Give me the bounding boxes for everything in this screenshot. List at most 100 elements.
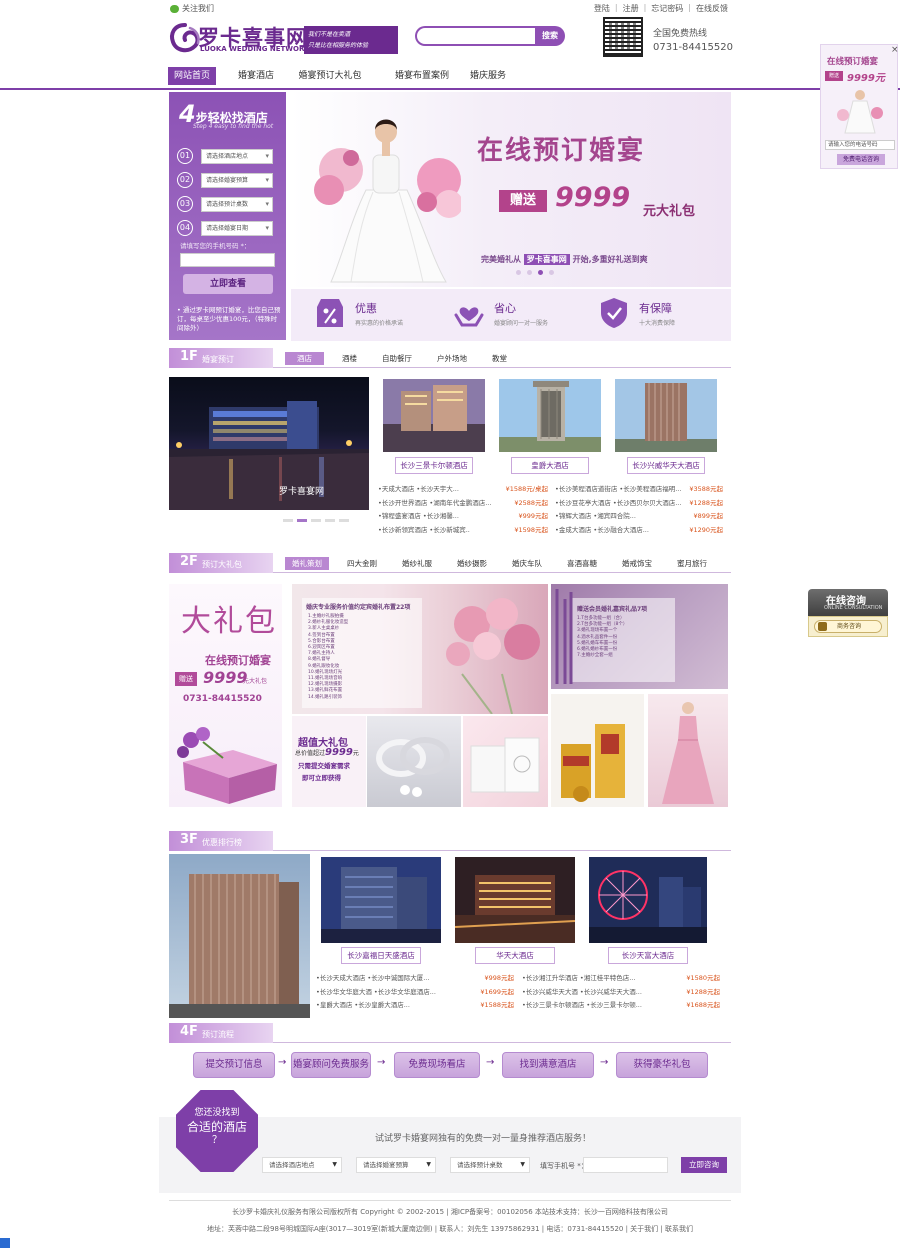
bottom-tables-select[interactable]: 请选择预计桌数 xyxy=(450,1157,530,1173)
banner-gift-unit: 元大礼包 xyxy=(643,204,696,219)
share-icon[interactable] xyxy=(0,1238,10,1248)
list-item[interactable]: •皇爵大酒店 •长沙皇爵大酒店... ¥1588元起 xyxy=(316,999,514,1013)
login-link[interactable]: 登陆 xyxy=(594,3,610,14)
tab-big-four[interactable]: 四大金刚 xyxy=(340,557,384,570)
float-ad-bride xyxy=(837,90,883,134)
list-item[interactable]: •金成大酒店 •长沙融合大酒店... ¥1290元起 xyxy=(555,524,723,538)
bottom-location-select[interactable]: 请选择酒店地点 xyxy=(262,1157,342,1173)
featured-tower-photo[interactable] xyxy=(169,854,310,1018)
nav-home[interactable]: 网站首页 xyxy=(168,67,216,85)
list-item[interactable]: •长沙天成大酒店 •长沙中诚国际大厦... ¥998元起 xyxy=(316,972,514,986)
hotel-finder-panel: 4步轻松找酒店 Step 4 easy to find the hot 01 请选… xyxy=(169,92,286,340)
list-item[interactable]: •长沙开世界酒店 •湖南年代金鹏酒店... ¥2588元起 xyxy=(378,497,548,511)
package-gifts-image[interactable]: 赠送会员婚礼嘉宾礼品7项 1.T台多功能一组（合） 2.T台多功能一组（8个） 3.… xyxy=(551,584,728,689)
tab-honeymoon[interactable]: 蜜月旅行 xyxy=(670,557,714,570)
flow-step-1[interactable]: 提交预订信息 xyxy=(193,1052,275,1078)
list-item[interactable]: •长沙豆花亭大酒店 •长沙西贝尔贝大酒店... ¥1288元起 xyxy=(555,497,723,511)
hotel-name-1[interactable]: 长沙三景卡尔顿酒店 xyxy=(395,457,473,474)
recommend-text: 试试罗卡婚宴网独有的免费一对一量身推荐酒店服务！ xyxy=(375,1134,592,1144)
list-item[interactable]: •长沙湘江升华酒店 •湘江桂平特色店... ¥1580元起 xyxy=(522,972,720,986)
search-button[interactable]: 搜索 xyxy=(535,26,565,46)
list-item[interactable]: •长沙三景卡尔顿酒店 •长沙三景卡尔顿... ¥1688元起 xyxy=(522,999,720,1013)
view-now-button[interactable]: 立即查看 xyxy=(183,274,273,294)
list-item[interactable]: •长沙兴威华天大酒 •长沙兴威华天大酒... ¥1288元起 xyxy=(522,986,720,1000)
rings-image[interactable] xyxy=(367,716,461,807)
location-select[interactable]: 请选择酒店地点 xyxy=(201,149,273,164)
wedding-dress-image[interactable] xyxy=(648,694,728,807)
flow-step-4[interactable]: 找到满意酒店 xyxy=(502,1052,594,1078)
list-item[interactable]: •锦程盛宴酒店 •长沙湘馨... ¥999元起 xyxy=(378,510,548,524)
nav-cases[interactable]: 婚宴布置案例 xyxy=(382,67,462,85)
hotline-label: 全国免费热线 xyxy=(653,29,708,39)
featured-dots[interactable] xyxy=(283,519,349,522)
online-consult-widget[interactable]: 在线咨询 ONLINE CONSULTATION 商务咨询 xyxy=(808,589,888,648)
close-icon[interactable]: × xyxy=(891,45,899,55)
forgot-password-link[interactable]: 忘记密码 xyxy=(651,3,683,14)
consult-now-button[interactable]: 立即咨询 xyxy=(681,1157,727,1173)
nav-wedding-hotels[interactable]: 婚宴酒店 xyxy=(226,67,286,85)
candy-box-image[interactable] xyxy=(463,716,548,807)
tab-buffet[interactable]: 自助餐厅 xyxy=(375,352,419,365)
flow-step-5[interactable]: 获得豪华礼包 xyxy=(616,1052,708,1078)
list-item[interactable]: •锦辉大酒店 •湘宾四合院... ¥899元起 xyxy=(555,510,723,524)
hotel-name-4[interactable]: 长沙嘉福日天盛酒店 xyxy=(341,947,421,964)
follow-us[interactable]: 关注我们 xyxy=(170,3,214,14)
phone-input[interactable] xyxy=(180,253,275,267)
package-planning-image[interactable]: 婚庆专业服务价值约定宾婚礼布置22项 1.主婚纱礼服拍摄 2.婚纱礼服化妆造型 3.… xyxy=(292,584,548,714)
tab-candy[interactable]: 喜酒喜糖 xyxy=(560,557,604,570)
hotel-photo-1[interactable] xyxy=(383,379,485,452)
date-select[interactable]: 请选择婚宴日期 xyxy=(201,221,273,236)
float-ad-call-button[interactable]: 免费电话咨询 xyxy=(837,154,885,165)
tab-photography[interactable]: 婚纱摄影 xyxy=(450,557,494,570)
tab-church[interactable]: 教堂 xyxy=(485,352,514,365)
hotel-name-2[interactable]: 皇爵大酒店 xyxy=(511,457,589,474)
flow-step-2[interactable]: 婚宴顾问免费服务 xyxy=(291,1052,371,1078)
floating-ad[interactable]: × 在线预订婚宴 赠送 9999元 请输入您的电话号码 免费电话咨询 xyxy=(820,44,899,169)
feedback-link[interactable]: 在线反馈 xyxy=(696,3,728,14)
super-gift-promo[interactable]: 超值大礼包 总价值超过9999元 只需提交婚宴需求 即可立即获得 xyxy=(292,716,366,807)
list-item[interactable]: •天成大酒店 •长沙天宇大... ¥1588元/桌起 xyxy=(378,483,548,497)
site-logo[interactable]: 罗卡喜事网 LUOKA WEDDING NETWORK 我们不是在卖酒 只是比在相… xyxy=(168,22,398,58)
hotel-photo-3[interactable] xyxy=(615,379,717,452)
tab-rings[interactable]: 婚戒饰宝 xyxy=(615,557,659,570)
list-item[interactable]: •长沙美程酒店道街店 •长沙美程酒店福明... ¥3588元起 xyxy=(555,483,723,497)
floor3-header: 3F 优惠排行榜 xyxy=(169,831,731,851)
finder-note: • 通过罗卡网预订婚宴，比您自己预订，每桌至少优惠100元，（特殊时间除外） xyxy=(177,306,281,332)
floor2-tabs: 婚礼策划 四大金刚 婚纱礼服 婚纱摄影 婚庆车队 喜酒喜糖 婚戒饰宝 蜜月旅行 xyxy=(285,557,725,570)
hotel-photo-5[interactable] xyxy=(455,857,575,943)
hotel-photo-4[interactable] xyxy=(321,857,441,943)
phone-label: 请填写您的手机号码 *： xyxy=(180,242,251,250)
bottom-phone-input[interactable] xyxy=(583,1157,668,1173)
list-item[interactable]: •长沙新领宾酒店 •长沙新城宾.. ¥1598元起 xyxy=(378,524,548,538)
tables-select[interactable]: 请选择预计桌数 xyxy=(201,197,273,212)
float-ad-phone-input[interactable]: 请输入您的电话号码 xyxy=(825,140,895,150)
hero-banner[interactable]: 在线预订婚宴 赠送 9999 元大礼包 完美婚礼从 罗卡喜事网 开始,多重好礼送… xyxy=(291,92,731,287)
carousel-dots[interactable] xyxy=(516,270,554,275)
nav-gift-package[interactable]: 婚宴预订大礼包 xyxy=(290,67,370,85)
banner-tagline: 完美婚礼从 罗卡喜事网 开始,多重好礼送到爽 xyxy=(481,254,648,265)
tab-planning[interactable]: 婚礼策划 xyxy=(285,557,329,570)
tab-hotel[interactable]: 酒店 xyxy=(285,352,324,365)
tab-restaurant[interactable]: 酒楼 xyxy=(335,352,364,365)
arrow-right-icon: → xyxy=(600,1057,609,1068)
liquor-image[interactable] xyxy=(551,694,644,807)
top-links: 登陆 | 注册 | 忘记密码 | 在线反馈 xyxy=(593,3,728,14)
search-bar: 搜索 xyxy=(415,26,565,46)
hotel-name-6[interactable]: 长沙天富大酒店 xyxy=(608,947,688,964)
featured-hotel-photo[interactable]: 罗卡喜宴网 xyxy=(169,377,369,510)
bottom-budget-select[interactable]: 请选择婚宴预算 xyxy=(356,1157,436,1173)
hotel-photo-2[interactable] xyxy=(499,379,601,452)
tab-outdoor[interactable]: 户外场地 xyxy=(430,352,474,365)
nav-services[interactable]: 婚庆服务 xyxy=(466,67,510,85)
hotel-name-3[interactable]: 长沙兴威华天大酒店 xyxy=(627,457,705,474)
budget-select[interactable]: 请选择婚宴预算 xyxy=(201,173,273,188)
hotel-name-5[interactable]: 华天大酒店 xyxy=(475,947,555,964)
flow-step-3[interactable]: 免费现场看店 xyxy=(394,1052,480,1078)
register-link[interactable]: 注册 xyxy=(623,3,639,14)
hotel-photo-6[interactable] xyxy=(589,857,707,943)
tab-cars[interactable]: 婚庆车队 xyxy=(505,557,549,570)
tab-dresses[interactable]: 婚纱礼服 xyxy=(395,557,439,570)
gift-package-panel[interactable]: 大礼包 在线预订婚宴 赠送 9999 元大礼包 0731-84415520 xyxy=(169,584,282,807)
search-input[interactable] xyxy=(415,26,537,46)
list-item[interactable]: •长沙华文华庭大酒 •长沙华文华庭酒店... ¥1699元起 xyxy=(316,986,514,1000)
